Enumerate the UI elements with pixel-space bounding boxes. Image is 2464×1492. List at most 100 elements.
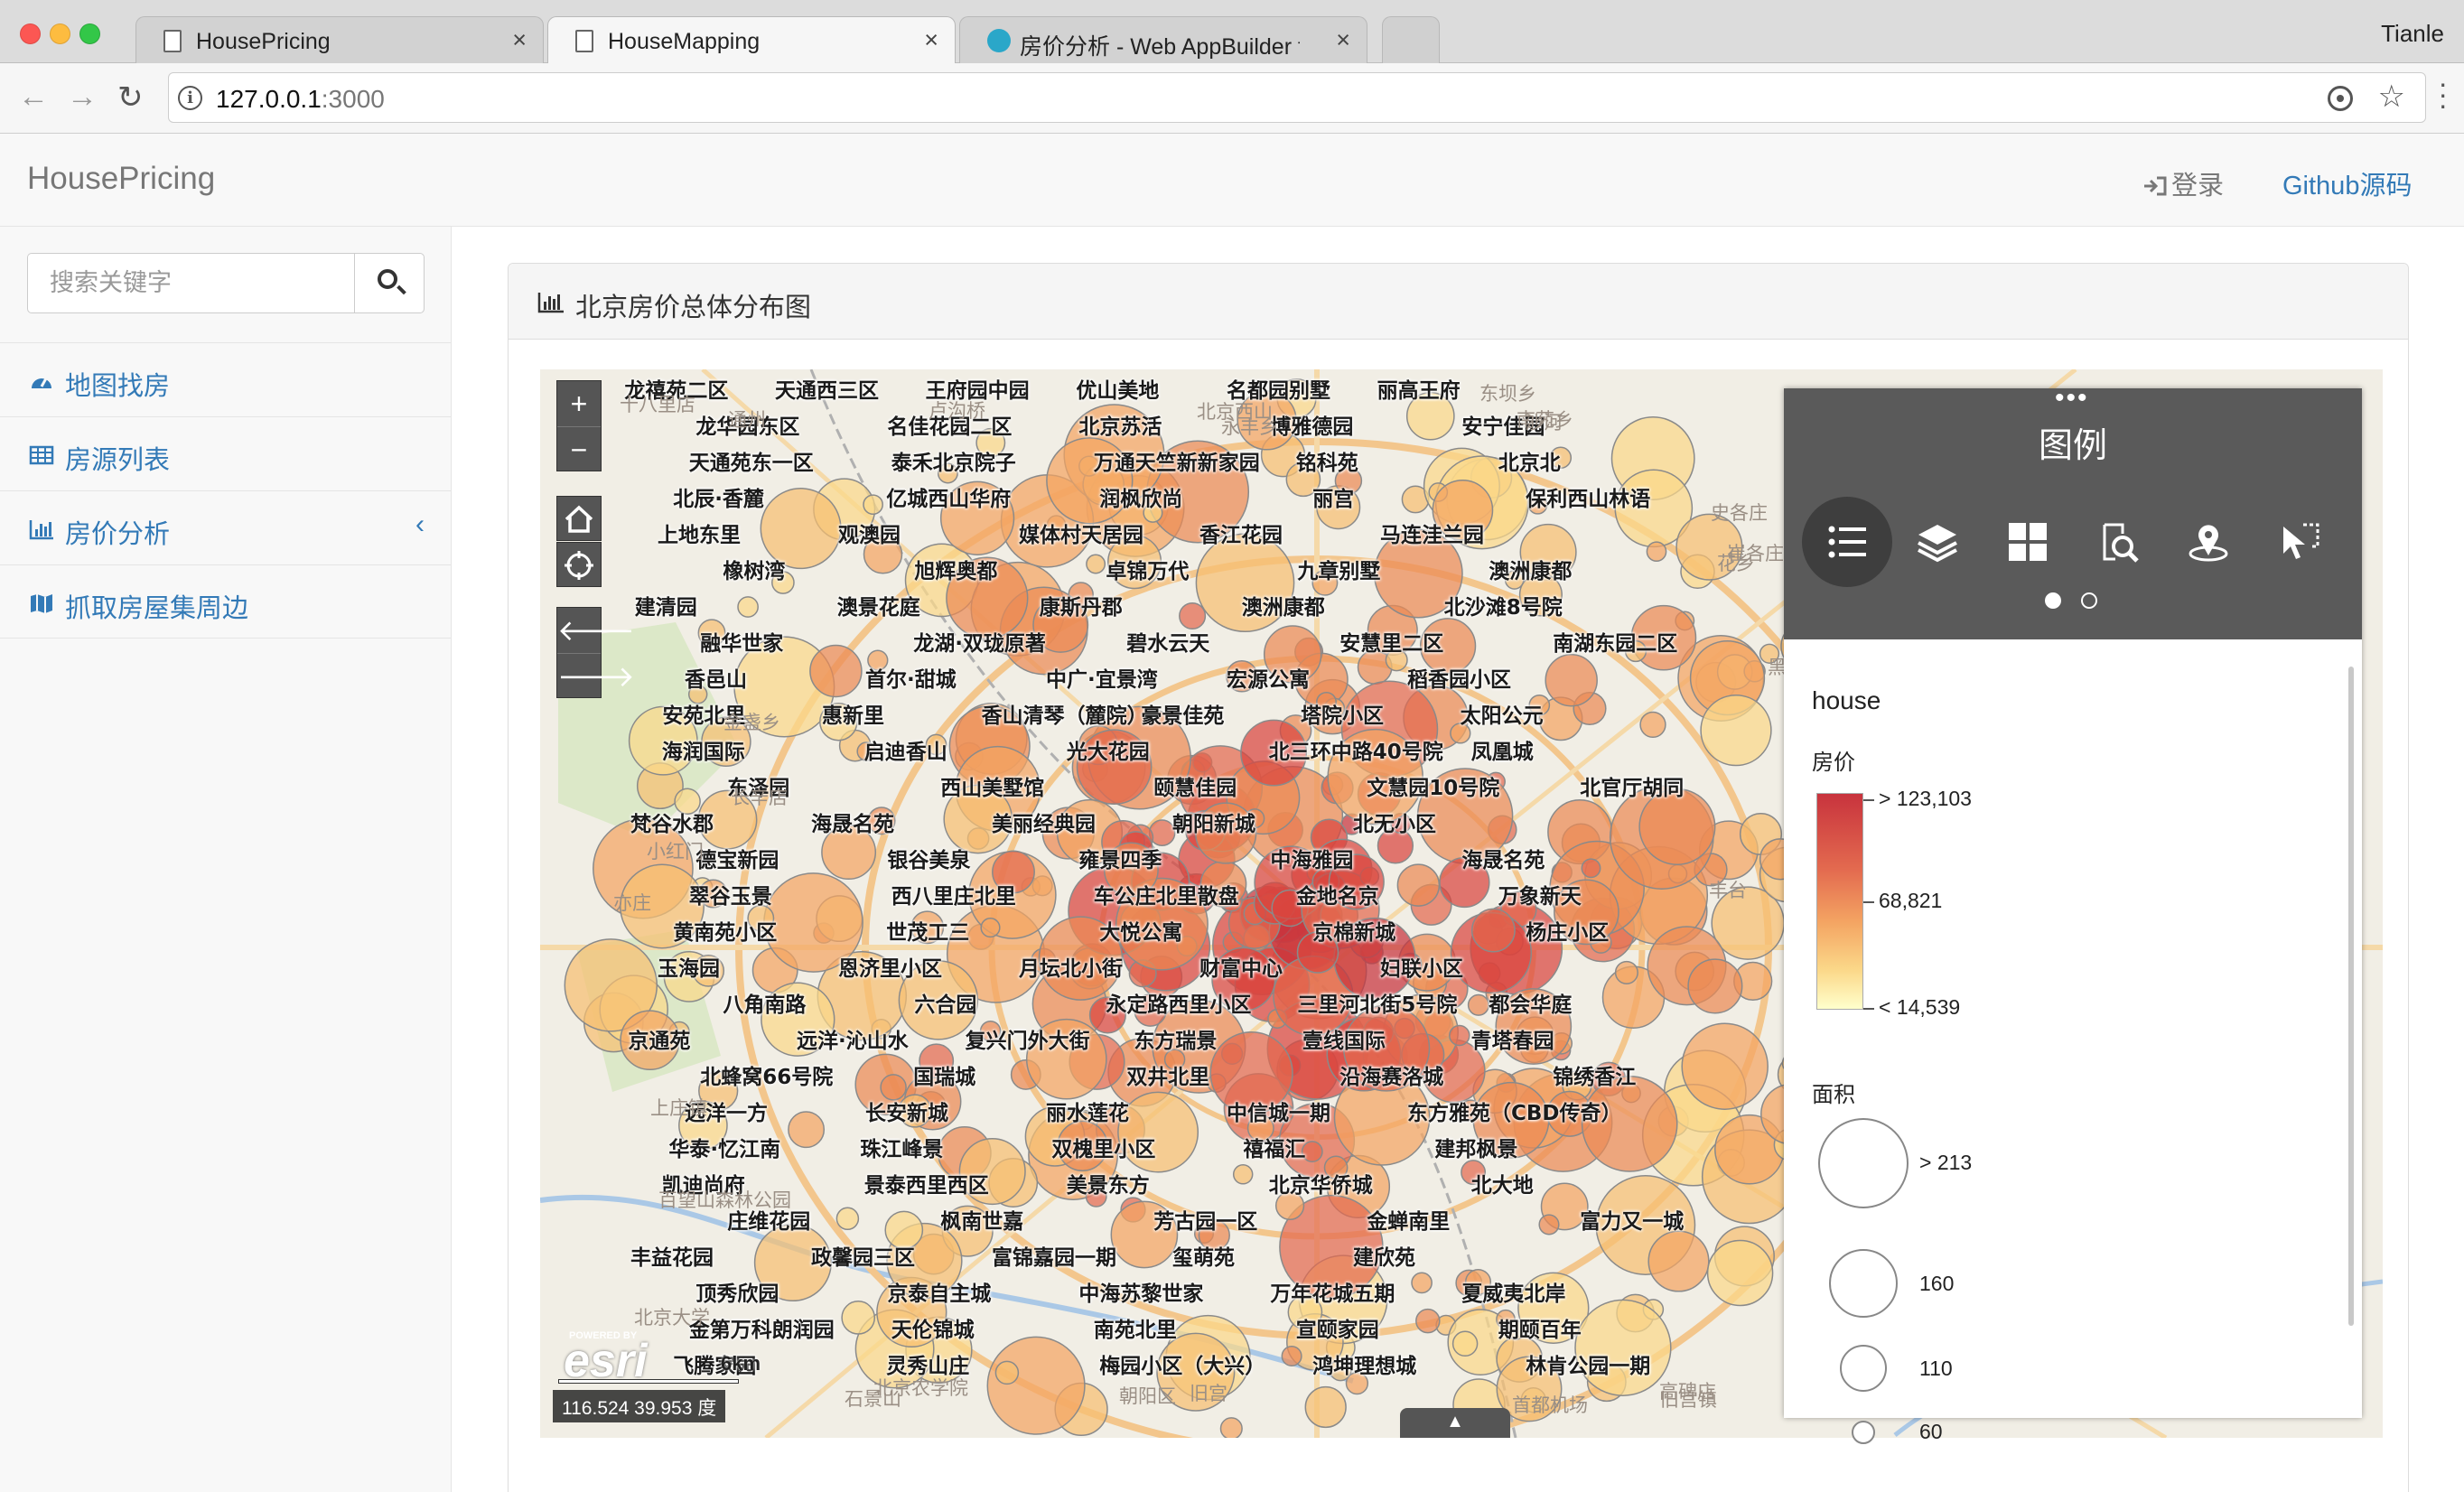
profile-name[interactable]: Tianle (2381, 20, 2444, 48)
github-link[interactable]: Github源码 (2282, 164, 2412, 202)
tab-close-icon[interactable]: × (1336, 26, 1350, 54)
community-label: 北京华侨城 (1268, 1174, 1373, 1198)
zoom-out-button[interactable]: − (557, 426, 601, 472)
community-label: 长安新城 (865, 1102, 948, 1125)
back-arrow-icon[interactable]: ← (18, 79, 49, 115)
drag-handle-icon[interactable]: ••• (2055, 385, 2089, 412)
layers-button[interactable] (1892, 497, 1983, 587)
app-navbar: HousePricing 登录 Github源码 (0, 134, 2464, 227)
house-price-bubble[interactable] (1706, 1239, 1774, 1307)
chevron-left-icon[interactable]: ‹ (415, 509, 425, 540)
house-price-bubble[interactable] (1614, 960, 1638, 984)
place-label: 东坝乡 (1479, 383, 1536, 405)
browser-tab-webappbuilder[interactable]: 房价分析 - Web AppBuilder for × (959, 16, 1367, 63)
house-price-bubble[interactable] (863, 494, 883, 516)
new-tab-button[interactable] (1382, 16, 1440, 63)
house-price-bubble[interactable] (994, 1360, 1020, 1385)
location-target-icon[interactable] (2328, 86, 2353, 111)
sidebar-item-crawl-nearby[interactable]: 抓取房屋集周边 (0, 564, 452, 639)
house-price-bubble[interactable] (835, 1207, 860, 1231)
query-button[interactable] (2073, 497, 2163, 587)
page-dot-1[interactable] (2045, 592, 2061, 609)
address-bar[interactable]: i 127.0.0.1:3000 ☆ (168, 72, 2426, 123)
house-price-bubble[interactable] (1681, 1022, 1769, 1110)
sidebar-item-price-analysis[interactable]: 房价分析 ‹ (0, 490, 452, 564)
community-label: 凤凰城 (1470, 741, 1534, 764)
house-price-bubble[interactable] (986, 1336, 1086, 1435)
community-label: 期颐百年 (1498, 1319, 1582, 1342)
search-icon (378, 269, 397, 289)
search-input[interactable] (27, 253, 354, 313)
brand-title[interactable]: HousePricing (27, 161, 215, 197)
house-price-bubble[interactable] (788, 1111, 826, 1149)
url-text[interactable]: 127.0.0.1:3000 (216, 85, 385, 114)
login-label: 登录 (2171, 172, 2225, 200)
place-label: 石景山 (845, 1388, 901, 1410)
sidebar-item-listing[interactable]: 房源列表 (0, 416, 452, 490)
house-price-bubble[interactable] (1219, 1417, 1243, 1438)
house-price-bubble[interactable] (1396, 863, 1441, 907)
browser-tab-housemapping[interactable]: HouseMapping × (547, 16, 956, 64)
legend-list-button[interactable] (1802, 497, 1892, 587)
house-price-bubble[interactable] (1086, 554, 1106, 574)
search-button[interactable] (354, 253, 425, 313)
place-label: 旧宫镇 (1660, 1389, 1717, 1411)
community-label: 海润国际 (661, 741, 745, 764)
house-price-bubble[interactable] (1581, 858, 1601, 879)
reload-icon[interactable]: ↻ (117, 79, 144, 116)
home-button[interactable] (556, 496, 602, 541)
forward-arrow-icon[interactable]: → (67, 79, 98, 115)
previous-extent-arrow-icon[interactable]: 🡐 (557, 608, 635, 653)
community-label: 万年花城五期 (1270, 1282, 1395, 1306)
chevron-up-icon: ▲ (1446, 1412, 1464, 1431)
window-close-button[interactable] (20, 23, 41, 44)
house-price-bubble[interactable] (1639, 711, 1666, 739)
browser-tab-housepricing[interactable]: HousePricing × (135, 16, 544, 63)
my-location-button[interactable] (556, 542, 602, 587)
house-price-bubble[interactable] (737, 596, 759, 618)
house-price-bubble[interactable] (1415, 1308, 1441, 1334)
bottom-panel-toggle[interactable]: ▲ (1400, 1408, 1510, 1438)
community-label: 北蜂窝66号院 (700, 1066, 834, 1089)
house-price-bubble[interactable] (1687, 958, 1743, 1014)
house-price-bubble[interactable] (1646, 541, 1667, 563)
house-price-bubble[interactable] (1545, 653, 1598, 707)
window-minimize-button[interactable] (50, 23, 70, 44)
community-label: 梅园小区（大兴） (1099, 1355, 1266, 1378)
house-price-bubble[interactable] (1538, 1214, 1560, 1236)
house-price-bubble[interactable] (809, 644, 863, 698)
house-price-bubble[interactable] (1304, 1385, 1347, 1429)
house-price-bubble[interactable] (1148, 819, 1176, 846)
basemap-gallery-button[interactable] (1983, 497, 2073, 587)
bookmark-star-icon[interactable]: ☆ (2378, 79, 2405, 115)
login-link[interactable]: 登录 (2142, 164, 2224, 202)
window-maximize-button[interactable] (79, 23, 100, 44)
house-price-bubble[interactable] (1232, 1164, 1254, 1185)
community-label: 朝阳新城 (1172, 813, 1255, 836)
house-price-bubble[interactable] (1449, 1024, 1470, 1047)
house-price-bubble[interactable] (1281, 1345, 1302, 1367)
locate-button[interactable] (2163, 497, 2254, 587)
house-price-bubble[interactable] (1179, 601, 1207, 630)
page-dot-2[interactable] (2081, 592, 2097, 609)
tab-close-icon[interactable]: × (924, 26, 938, 54)
sidebar-item-map-search[interactable]: 地图找房 (0, 342, 452, 416)
next-extent-arrow-icon[interactable]: 🡒 (557, 653, 635, 699)
legend-scrollbar[interactable] (2348, 667, 2354, 1326)
house-price-bubble[interactable] (1467, 993, 1489, 1016)
zoom-in-button[interactable]: + (557, 381, 601, 426)
house-price-bubble[interactable] (1451, 1330, 1479, 1357)
price-min-label: < 14,539 (1879, 995, 1961, 1019)
house-price-bubble[interactable] (1470, 908, 1516, 953)
house-price-bubble[interactable] (1411, 1272, 1433, 1294)
info-icon[interactable]: i (178, 86, 202, 110)
select-button[interactable] (2254, 497, 2344, 587)
panel-title: 北京房价总体分布图 (575, 294, 812, 322)
community-label: 林肯公园一期 (1526, 1355, 1651, 1378)
house-price-bubble[interactable] (980, 918, 1001, 938)
house-price-bubble[interactable] (841, 1301, 876, 1335)
browser-menu-icon[interactable]: · · · (2438, 69, 2448, 119)
house-price-bubble[interactable] (1647, 1230, 1710, 1292)
tab-close-icon[interactable]: × (512, 26, 527, 54)
house-price-bubble[interactable] (1700, 694, 1772, 767)
